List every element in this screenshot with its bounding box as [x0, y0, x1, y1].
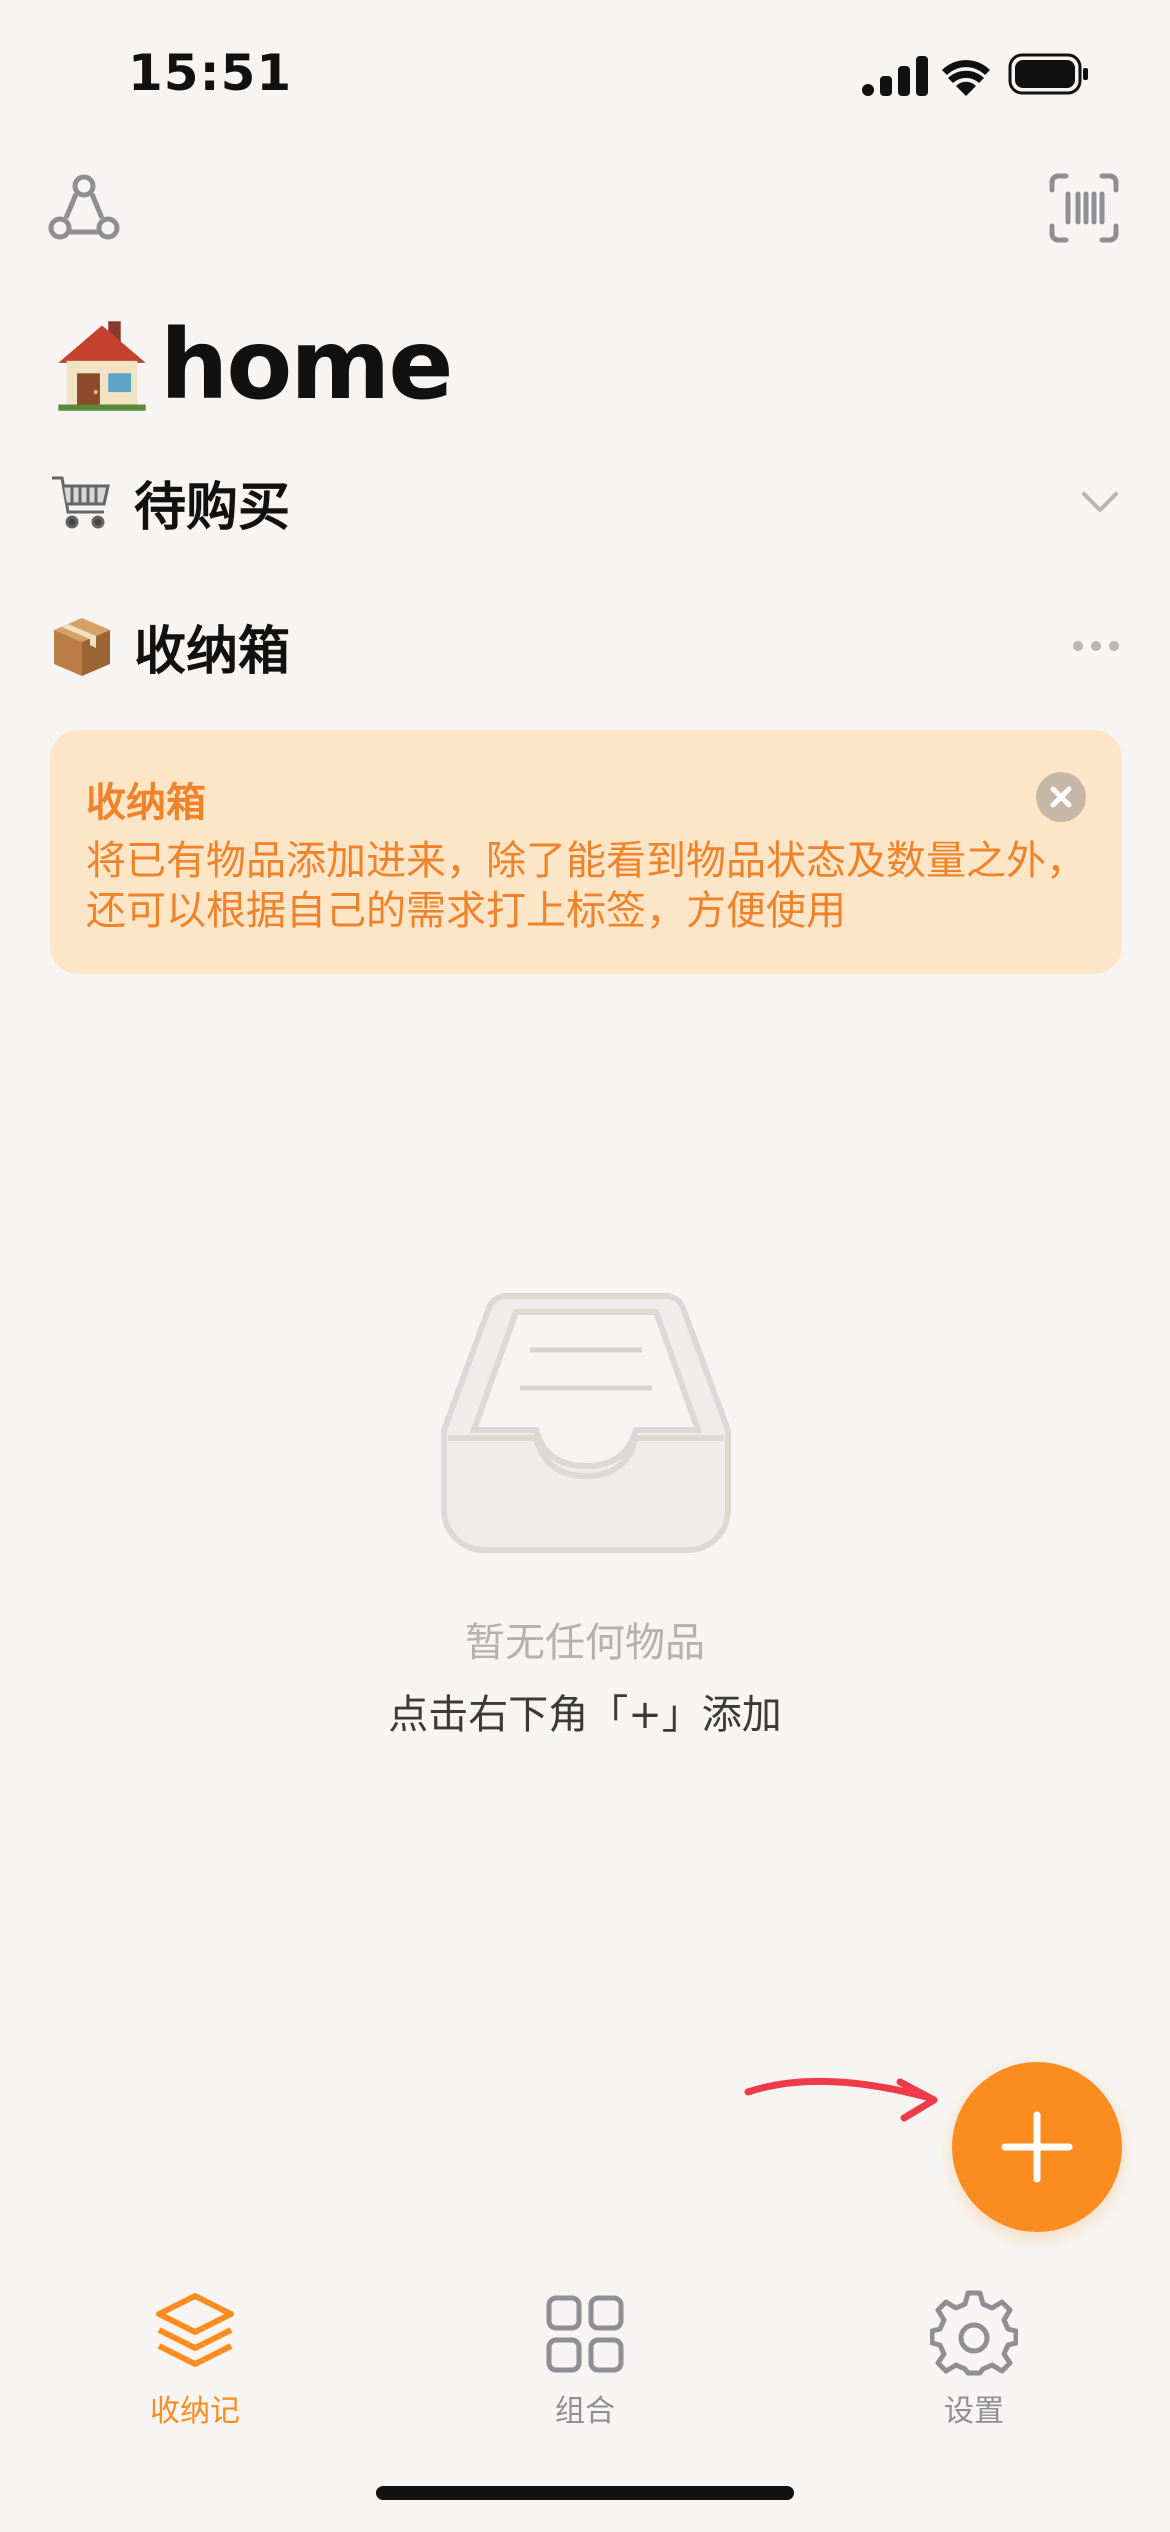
grid-icon — [546, 2295, 624, 2373]
close-icon[interactable] — [1036, 772, 1086, 822]
empty-state-title: 暂无任何物品 — [465, 1620, 705, 1666]
add-item-button[interactable] — [952, 2062, 1122, 2232]
title-text: home — [160, 309, 453, 421]
home-indicator[interactable] — [376, 2486, 794, 2500]
info-card-body: 将已有物品添加进来，除了能看到物品状态及数量之外，还可以根据自己的需求打上标签，… — [86, 838, 1086, 934]
plus-icon — [1001, 2111, 1073, 2183]
package-icon — [54, 618, 110, 676]
gear-icon — [930, 2290, 1018, 2376]
info-card: 收纳箱 将已有物品添加进来，除了能看到物品状态及数量之外，还可以根据自己的需求打… — [50, 730, 1122, 974]
tab-group[interactable]: 组合 — [485, 2290, 685, 2430]
section-label: 待购买 — [134, 477, 291, 538]
more-options-icon[interactable] — [1072, 640, 1120, 652]
shopping-cart-icon — [52, 476, 110, 529]
section-storage[interactable]: 收纳箱 — [50, 604, 1120, 688]
empty-inbox-icon — [441, 1292, 731, 1553]
wifi-icon — [942, 60, 990, 96]
tab-storage[interactable]: 收纳记 — [95, 2290, 295, 2430]
cellular-signal-icon — [862, 56, 928, 96]
section-shopping[interactable]: 待购买 — [50, 460, 1120, 544]
tab-label: 设置 — [944, 2394, 1004, 2429]
battery-icon — [1008, 53, 1088, 95]
status-time: 15:51 — [128, 44, 293, 102]
info-card-title: 收纳箱 — [86, 780, 206, 826]
tab-label: 收纳记 — [150, 2394, 240, 2429]
page-title: home — [50, 305, 453, 425]
stack-icon — [156, 2293, 234, 2367]
section-label: 收纳箱 — [134, 621, 291, 682]
chevron-down-icon[interactable] — [1080, 490, 1120, 514]
barcode-scan-icon[interactable] — [1048, 172, 1120, 244]
annotation-arrow-icon — [744, 2077, 938, 2122]
house-icon — [58, 321, 146, 411]
tab-label: 组合 — [555, 2394, 615, 2429]
empty-state-hint: 点击右下角「+」添加 — [388, 1692, 782, 1738]
tab-settings[interactable]: 设置 — [874, 2290, 1074, 2430]
share-icon[interactable] — [48, 172, 120, 244]
status-icons — [862, 53, 1088, 96]
